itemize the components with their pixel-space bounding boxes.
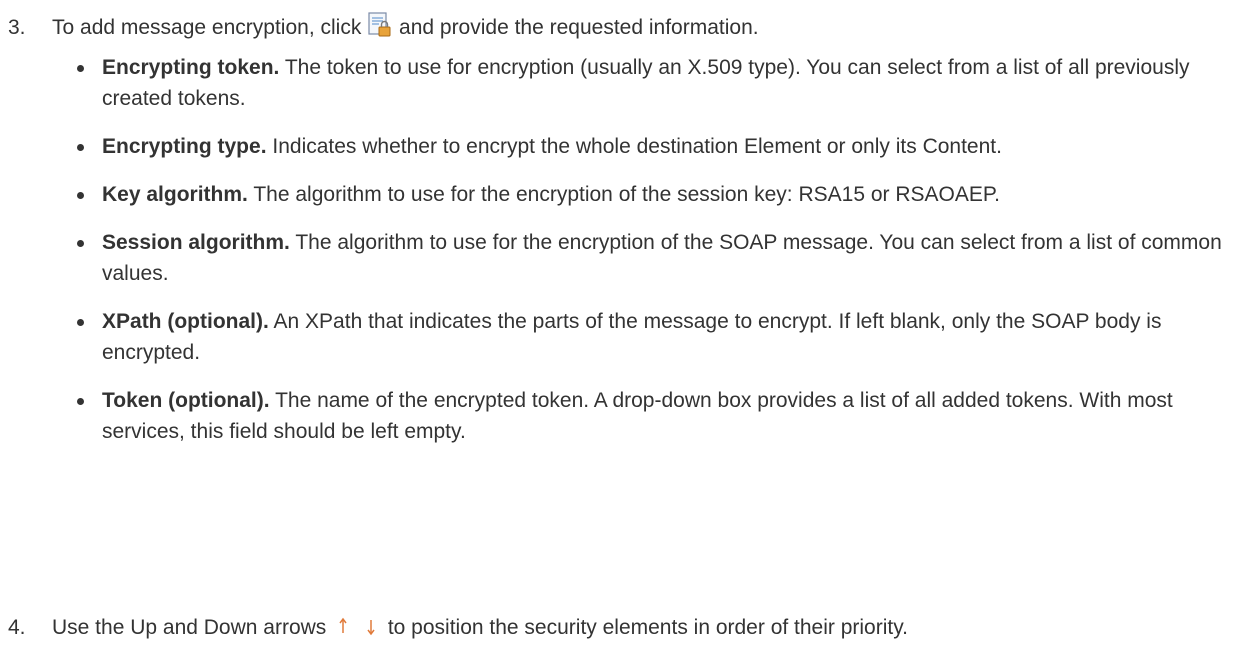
item-term: XPath (optional). (102, 310, 269, 333)
list-item: XPath (optional). An XPath that indicate… (77, 306, 1245, 368)
step-number: 3. (8, 16, 26, 39)
step-text-before: Use the Up and Down arrows (52, 616, 327, 639)
bullet-dot (77, 240, 84, 247)
step-number: 4. (8, 616, 26, 639)
item-term: Token (optional). (102, 389, 270, 412)
list-item: Session algorithm. The algorithm to use … (77, 227, 1245, 289)
bullet-dot (77, 398, 84, 405)
item-description: Indicates whether to encrypt the whole d… (272, 135, 1002, 158)
step-text-before: To add message encryption, click (52, 16, 362, 39)
list-item: Encrypting token. The token to use for e… (77, 52, 1245, 114)
list-item: Token (optional). The name of the encryp… (77, 385, 1245, 447)
list-item: Encrypting type. Indicates whether to en… (77, 131, 1245, 162)
step-text-after: and provide the requested information. (399, 16, 759, 39)
bullet-dot (77, 144, 84, 151)
step-text: To add message encryption, click and pro… (52, 12, 759, 47)
item-term: Key algorithm. (102, 183, 248, 206)
step-text: Use the Up and Down arrows to position t… (52, 612, 908, 647)
bullet-dot (77, 319, 84, 326)
list-item: Key algorithm. The algorithm to use for … (77, 179, 1245, 210)
bullet-list: Encrypting token. The token to use for e… (77, 52, 1245, 464)
up-arrow-icon[interactable] (332, 616, 354, 647)
step-text-after: to position the security elements in ord… (387, 616, 909, 639)
bullet-dot (77, 65, 84, 72)
bullet-dot (77, 192, 84, 199)
item-term: Encrypting token. (102, 56, 280, 79)
encrypt-document-lock-icon[interactable] (367, 12, 393, 47)
item-term: Session algorithm. (102, 231, 290, 254)
down-arrow-icon[interactable] (360, 616, 382, 647)
item-term: Encrypting type. (102, 135, 267, 158)
item-description: The algorithm to use for the encryption … (253, 183, 1001, 206)
